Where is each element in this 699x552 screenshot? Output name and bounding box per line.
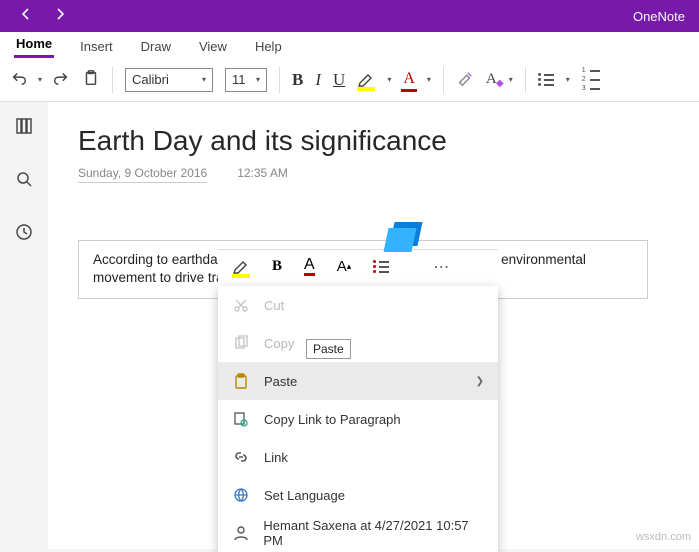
font-size-select[interactable]: 11▾ — [225, 68, 267, 92]
bullet-dropdown-icon[interactable]: ▾ — [566, 75, 570, 84]
ribbon: ▾ Calibri▾ 11▾ B I U ▾ A ▾ A◆ ▾ ▾ 123 — [0, 58, 699, 102]
history-icon[interactable] — [14, 222, 34, 247]
numbered-list-icon[interactable]: 123 — [582, 67, 600, 92]
menu-set-language-label: Set Language — [264, 488, 345, 503]
menu-set-language[interactable]: Set Language — [218, 476, 498, 514]
tab-home[interactable]: Home — [14, 32, 54, 58]
divider — [443, 67, 444, 93]
title-bar: OneNote — [0, 0, 699, 32]
underline-button[interactable]: U — [333, 70, 345, 90]
paste-icon — [232, 372, 250, 390]
person-icon — [232, 524, 249, 542]
highlight-button[interactable] — [357, 72, 375, 88]
page-date[interactable]: Sunday, 9 October 2016 — [78, 166, 207, 183]
copy-icon — [232, 334, 250, 352]
undo-dropdown-icon[interactable]: ▾ — [38, 75, 42, 84]
mini-font-color-button[interactable]: A — [304, 257, 315, 276]
paste-tooltip: Paste — [306, 339, 351, 359]
menu-copy: Copy — [218, 324, 498, 362]
menu-cut-label: Cut — [264, 298, 284, 313]
tab-insert[interactable]: Insert — [78, 35, 115, 58]
ribbon-tabs: Home Insert Draw View Help — [0, 32, 699, 58]
styles-icon[interactable]: A◆ — [486, 71, 497, 88]
undo-icon[interactable] — [10, 69, 28, 90]
watermark: wsxdn.com — [636, 531, 691, 543]
mini-font-size-button[interactable]: A▴ — [337, 258, 352, 275]
notebooks-icon[interactable] — [14, 116, 34, 141]
font-name-select[interactable]: Calibri▾ — [125, 68, 213, 92]
page-title[interactable]: Earth Day and its significance — [78, 124, 669, 158]
clear-formatting-icon[interactable] — [456, 69, 474, 90]
copy-link-icon — [232, 410, 250, 428]
clipboard-icon[interactable] — [82, 69, 100, 90]
menu-link-label: Link — [264, 450, 288, 465]
menu-paste-label: Paste — [264, 374, 297, 389]
mini-more-button[interactable]: ⋯ — [433, 257, 450, 277]
divider — [112, 67, 113, 93]
menu-author[interactable]: Hemant Saxena at 4/27/2021 10:57 PM — [218, 514, 498, 552]
windows-logo-icon — [386, 222, 422, 252]
highlight-dropdown-icon[interactable]: ▾ — [387, 75, 391, 84]
forward-arrow-icon[interactable] — [52, 6, 68, 27]
redo-icon[interactable] — [52, 69, 70, 90]
divider — [525, 67, 526, 93]
app-title: OneNote — [633, 9, 699, 24]
divider — [279, 67, 280, 93]
font-color-dropdown-icon[interactable]: ▾ — [427, 75, 431, 84]
language-icon — [232, 486, 250, 504]
context-menu: Cut Copy Paste ❯ Copy Link to Paragraph … — [218, 286, 498, 552]
back-arrow-icon[interactable] — [18, 6, 34, 27]
chevron-right-icon: ❯ — [476, 376, 484, 387]
font-color-button[interactable]: A — [403, 70, 415, 90]
tab-view[interactable]: View — [197, 35, 229, 58]
menu-copy-link[interactable]: Copy Link to Paragraph — [218, 400, 498, 438]
note-text-1[interactable]: According to earthda — [93, 252, 218, 267]
sidebar — [0, 102, 48, 549]
bullet-list-icon[interactable] — [538, 73, 554, 86]
menu-link[interactable]: Link — [218, 438, 498, 476]
page-meta: Sunday, 9 October 2016 12:35 AM — [78, 166, 669, 184]
menu-copy-link-label: Copy Link to Paragraph — [264, 412, 401, 427]
tab-draw[interactable]: Draw — [139, 35, 173, 58]
styles-dropdown-icon[interactable]: ▾ — [509, 75, 513, 84]
menu-paste[interactable]: Paste ❯ — [218, 362, 498, 400]
page-time[interactable]: 12:35 AM — [237, 166, 288, 183]
menu-cut: Cut — [218, 286, 498, 324]
menu-author-label: Hemant Saxena at 4/27/2021 10:57 PM — [263, 518, 484, 548]
menu-copy-label: Copy — [264, 336, 294, 351]
tab-help[interactable]: Help — [253, 35, 284, 58]
mini-bullet-list-button[interactable] — [373, 260, 389, 273]
bold-button[interactable]: B — [292, 70, 303, 90]
italic-button[interactable]: I — [315, 70, 321, 90]
mini-toolbar: B A A▴ ⋯ — [218, 249, 498, 283]
search-icon[interactable] — [14, 169, 34, 194]
mini-bold-button[interactable]: B — [272, 258, 282, 275]
mini-highlight-button[interactable] — [232, 259, 250, 275]
cut-icon — [232, 296, 250, 314]
link-icon — [232, 448, 250, 466]
